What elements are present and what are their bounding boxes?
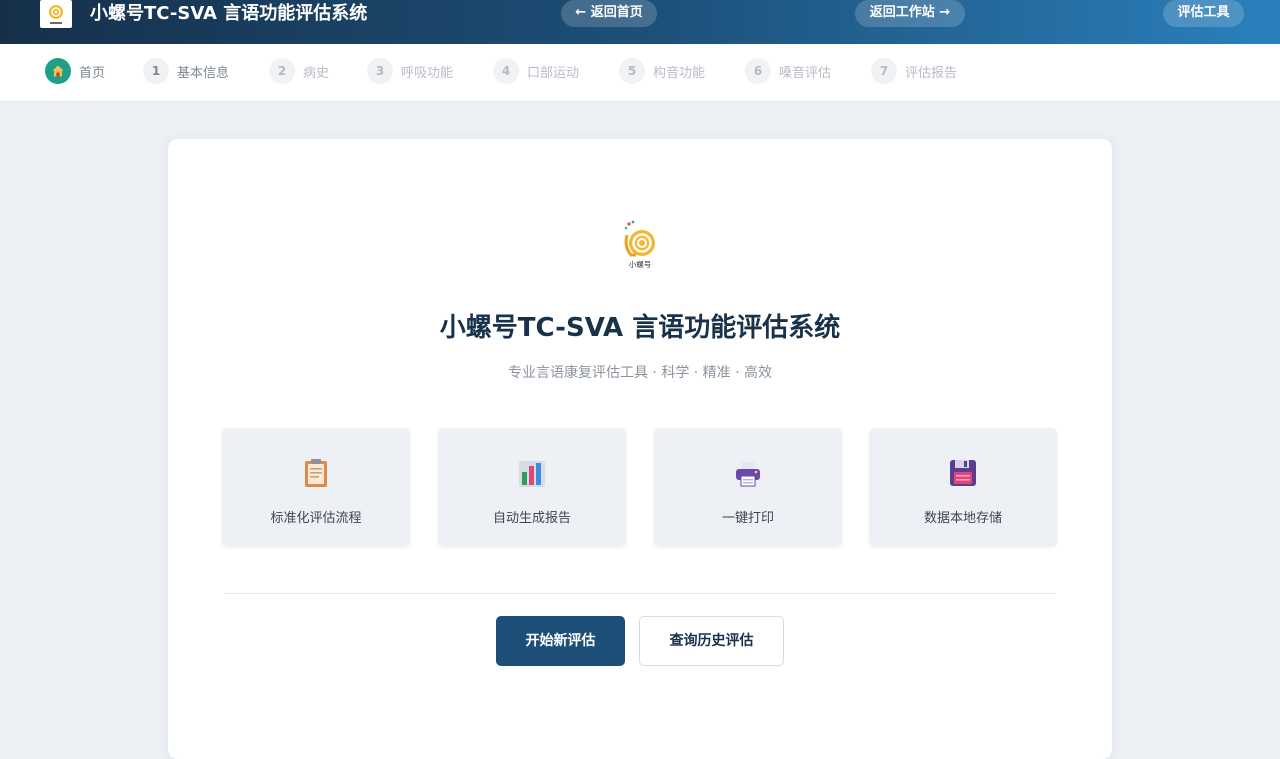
back-home-button[interactable]: ← 返回首页 [561,0,657,27]
header-logo [40,0,72,28]
snail-logo-icon: 小螺号 [624,220,655,269]
page-subtitle: 专业言语康复评估工具 · 科学 · 精准 · 高效 [507,365,773,381]
clipboard-icon [305,459,327,487]
step-navigation: 首页 1 基本信息 2 病史 3 呼吸功能 4 口部运动 5 构音功能 6 嗓音… [0,44,1280,102]
step-label: 呼吸功能 [401,65,454,81]
step-medical-history[interactable]: 2 病史 [269,58,329,84]
query-history-button[interactable]: 查询历史评估 [639,616,784,666]
start-new-assessment-button[interactable]: 开始新评估 [496,616,625,666]
assessment-tools-button[interactable]: 评估工具 [1163,0,1244,27]
floppy-disk-icon [950,460,976,486]
step-home[interactable]: 首页 [45,58,105,84]
step-number: 2 [269,58,295,84]
bar-chart-icon [519,461,545,487]
feature-card-standard-process: 标准化评估流程 [222,428,410,547]
printer-icon [736,462,760,487]
step-number: 6 [745,58,771,84]
top-header: 小螺号TC-SVA 言语功能评估系统 ← 返回首页 返回工作站 → 评估工具 [0,0,1280,44]
step-number: 4 [493,58,519,84]
feature-label: 标准化评估流程 [270,511,362,526]
step-label: 病史 [303,65,330,81]
logo-caption: 小螺号 [629,259,652,269]
step-number: 7 [871,58,897,84]
page-title: 小螺号TC-SVA 言语功能评估系统 [439,313,841,343]
feature-label: 自动生成报告 [492,511,571,526]
step-basic-info[interactable]: 1 基本信息 [143,58,229,84]
step-voice[interactable]: 6 嗓音评估 [745,58,831,84]
step-number: 1 [143,58,169,84]
step-oral-motor[interactable]: 4 口部运动 [493,58,579,84]
feature-card-auto-report: 自动生成报告 [438,428,626,547]
back-workstation-button[interactable]: 返回工作站 → [855,0,965,27]
step-label: 首页 [79,65,106,81]
feature-card-one-click-print: 一键打印 [654,428,842,547]
home-icon [52,65,64,77]
step-label: 基本信息 [177,65,230,81]
step-respiration[interactable]: 3 呼吸功能 [367,58,453,84]
main-logo: 小螺号 [620,219,660,271]
feature-card-local-storage: 数据本地存储 [869,428,1057,547]
snail-logo-icon [49,5,63,24]
step-report[interactable]: 7 评估报告 [871,58,957,84]
divider [224,593,1056,594]
step-home-badge [45,58,71,84]
feature-label: 一键打印 [721,511,774,526]
step-label: 嗓音评估 [779,65,832,81]
step-articulation[interactable]: 5 构音功能 [619,58,705,84]
app-title: 小螺号TC-SVA 言语功能评估系统 [90,3,368,24]
step-number: 5 [619,58,645,84]
welcome-card: 小螺号 小螺号TC-SVA 言语功能评估系统 专业言语康复评估工具 · 科学 ·… [168,139,1112,759]
step-label: 构音功能 [653,65,706,81]
feature-label: 数据本地存储 [923,511,1002,526]
step-label: 评估报告 [905,65,958,81]
step-number: 3 [367,58,393,84]
step-label: 口部运动 [527,65,580,81]
